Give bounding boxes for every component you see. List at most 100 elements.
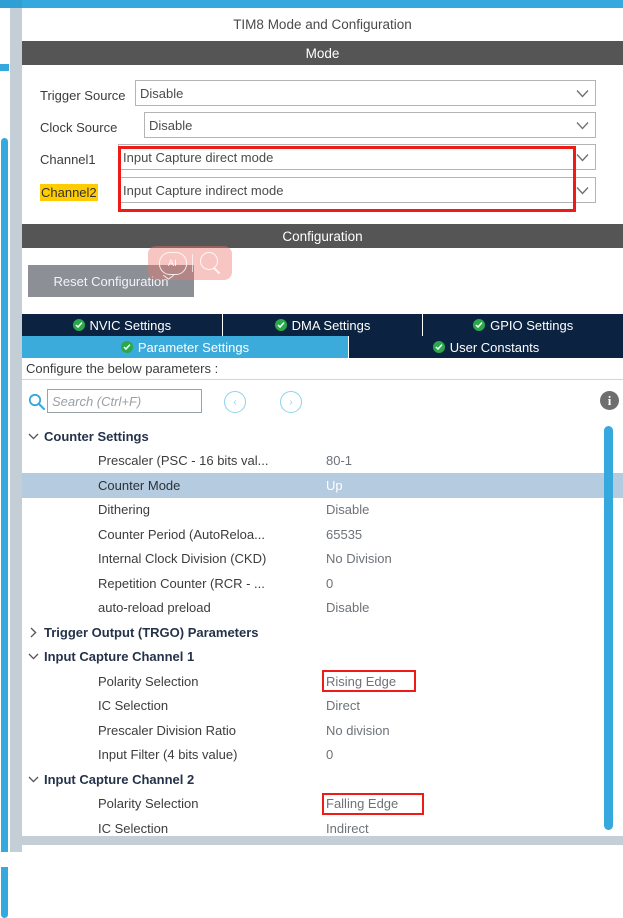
parameter-group-row[interactable]: Input Capture Channel 2 xyxy=(22,767,623,792)
parameter-value[interactable]: Disable xyxy=(326,502,369,517)
left-scrollbar-track[interactable] xyxy=(0,72,8,918)
search-next-button[interactable]: › xyxy=(280,391,302,413)
tab-gpio-settings[interactable]: GPIO Settings xyxy=(423,314,623,336)
clock-source-select[interactable]: Disable xyxy=(144,112,596,138)
channel2-label: Channel2 xyxy=(40,183,98,201)
parameter-group-row[interactable]: Counter Settings xyxy=(22,424,623,449)
parameter-value[interactable]: No Division xyxy=(326,551,392,566)
channel1-label-row: Channel1 xyxy=(40,145,96,173)
configuration-section-header-text: Configuration xyxy=(282,228,363,244)
parameter-row[interactable]: Input Filter (4 bits value) 0 xyxy=(22,743,623,768)
parameter-name: Internal Clock Division (CKD) xyxy=(98,551,267,567)
app-top-strip xyxy=(0,0,623,8)
parameter-name: IC Selection xyxy=(98,820,169,833)
parameter-group-label: Input Capture Channel 2 xyxy=(44,771,195,787)
ai-assistant-watermark: AI xyxy=(148,246,232,280)
page-title-text: TIM8 Mode and Configuration xyxy=(233,17,412,32)
parameter-name: Repetition Counter (RCR - ... xyxy=(98,575,265,591)
tab-dma-settings-label: DMA Settings xyxy=(291,317,371,333)
search-prev-button[interactable]: ‹ xyxy=(224,391,246,413)
channel1-select[interactable]: Input Capture direct mode xyxy=(118,144,596,170)
parameter-search-bar: ‹ › i xyxy=(22,380,623,424)
parameter-row[interactable]: Counter Mode Up xyxy=(22,473,623,498)
parameter-name: auto-reload preload xyxy=(98,600,211,616)
parameter-row[interactable]: Dithering Disable xyxy=(22,498,623,523)
panel-bottom-edge xyxy=(10,836,623,845)
chevron-down-icon[interactable] xyxy=(22,776,44,783)
mode-section-header-text: Mode xyxy=(305,45,340,61)
parameter-name: Prescaler Division Ratio xyxy=(98,722,236,738)
parameter-value[interactable]: 80-1 xyxy=(326,453,352,468)
clock-source-label: Clock Source xyxy=(40,119,118,135)
search-input[interactable] xyxy=(47,389,202,413)
parameter-name: Polarity Selection xyxy=(98,673,199,689)
parameter-value[interactable]: 0 xyxy=(326,576,333,591)
settings-tabs-row-2: Parameter Settings User Constants xyxy=(22,336,623,358)
parameter-value[interactable]: Direct xyxy=(326,698,360,713)
parameter-name: Input Filter (4 bits value) xyxy=(98,747,238,763)
left-scrollbar-thumb[interactable] xyxy=(1,138,8,918)
trigger-source-label: Trigger Source xyxy=(40,87,126,103)
left-scrollbar-cap xyxy=(0,64,9,71)
parameter-row[interactable]: IC Selection Indirect xyxy=(22,816,623,833)
trigger-source-value: Disable xyxy=(140,85,184,101)
check-ok-icon xyxy=(473,319,486,331)
parameter-row[interactable]: Prescaler (PSC - 16 bits val... 80-1 xyxy=(22,449,623,474)
chevron-down-icon xyxy=(569,153,595,162)
parameter-tree: Counter Settings Prescaler (PSC - 16 bits… xyxy=(22,424,623,833)
parameter-row[interactable]: Internal Clock Division (CKD) No Division xyxy=(22,547,623,572)
parameter-group-row[interactable]: Input Capture Channel 1 xyxy=(22,645,623,670)
check-ok-icon xyxy=(72,319,85,331)
parameter-value[interactable]: Rising Edge xyxy=(326,674,396,689)
parameter-tree-scrollbar-thumb[interactable] xyxy=(604,426,613,830)
parameter-value[interactable]: No division xyxy=(326,723,390,738)
check-ok-icon xyxy=(432,341,445,353)
chevron-down-icon[interactable] xyxy=(22,653,44,660)
tab-user-constants[interactable]: User Constants xyxy=(349,336,623,358)
tab-parameter-settings[interactable]: Parameter Settings xyxy=(22,336,349,358)
parameter-row[interactable]: auto-reload preload Disable xyxy=(22,596,623,621)
tab-gpio-settings-label: GPIO Settings xyxy=(490,317,574,333)
app-top-strip-left xyxy=(0,0,22,8)
parameter-row[interactable]: Prescaler Division Ratio No division xyxy=(22,718,623,743)
trigger-source-select[interactable]: Disable xyxy=(135,80,596,106)
parameter-row[interactable]: Counter Period (AutoReloa... 65535 xyxy=(22,522,623,547)
info-icon[interactable]: i xyxy=(600,391,619,410)
magnifier-icon xyxy=(198,251,222,275)
parameter-row[interactable]: Polarity Selection Falling Edge xyxy=(22,792,623,817)
page-title: TIM8 Mode and Configuration xyxy=(22,8,623,41)
chevron-down-icon xyxy=(569,89,595,98)
channel2-select[interactable]: Input Capture indirect mode xyxy=(118,177,596,203)
parameter-row[interactable]: IC Selection Direct xyxy=(22,694,623,719)
channel2-label-row: Channel2 xyxy=(40,178,98,206)
parameter-name: Counter Period (AutoReloa... xyxy=(98,526,265,542)
tab-dma-settings[interactable]: DMA Settings xyxy=(222,314,424,336)
mode-section-body: Trigger Source Disable Clock Source Disa… xyxy=(22,65,623,217)
tab-nvic-settings-label: NVIC Settings xyxy=(89,317,172,333)
parameter-group-row[interactable]: Trigger Output (TRGO) Parameters xyxy=(22,620,623,645)
watermark-divider xyxy=(191,254,193,272)
parameter-name: Prescaler (PSC - 16 bits val... xyxy=(98,453,269,469)
configure-note: Configure the below parameters : xyxy=(22,358,623,380)
clock-source-label-row: Clock Source xyxy=(40,113,117,141)
clock-source-value: Disable xyxy=(149,117,193,133)
mode-section-header: Mode xyxy=(22,41,623,65)
parameter-row[interactable]: Repetition Counter (RCR - ... 0 xyxy=(22,571,623,596)
ai-bubble-icon: AI xyxy=(158,251,187,275)
parameter-value[interactable]: Disable xyxy=(326,600,369,615)
parameter-group-label: Trigger Output (TRGO) Parameters xyxy=(44,624,259,640)
parameter-group-label: Input Capture Channel 1 xyxy=(44,649,195,665)
tab-user-constants-label: User Constants xyxy=(449,339,540,355)
parameter-value[interactable]: Up xyxy=(326,478,343,493)
parameter-value[interactable]: 65535 xyxy=(326,527,362,542)
parameter-value[interactable]: Falling Edge xyxy=(326,796,398,811)
parameter-name: IC Selection xyxy=(98,698,169,714)
parameter-row[interactable]: Polarity Selection Rising Edge xyxy=(22,669,623,694)
chevron-down-icon[interactable] xyxy=(22,433,44,440)
cubemx-tim8-panel: TIM8 Mode and Configuration Mode Trigger… xyxy=(0,0,623,918)
tab-nvic-settings[interactable]: NVIC Settings xyxy=(22,314,223,336)
chevron-right-icon[interactable] xyxy=(22,627,44,638)
parameter-value[interactable]: 0 xyxy=(326,747,333,762)
channel1-label: Channel1 xyxy=(40,151,96,167)
parameter-value[interactable]: Indirect xyxy=(326,821,369,833)
